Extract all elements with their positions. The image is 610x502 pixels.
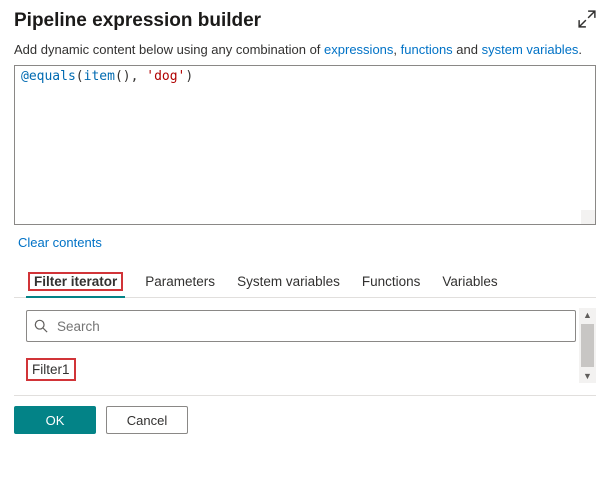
search-input[interactable] xyxy=(26,310,576,342)
tab-system-variables[interactable]: System variables xyxy=(235,266,342,297)
search-wrapper xyxy=(26,310,576,342)
highlight-filter-iterator: Filter iterator xyxy=(28,272,123,291)
scroll-up-icon[interactable]: ▲ xyxy=(583,308,592,322)
token-fn: item xyxy=(84,69,115,84)
subtitle-sep2: and xyxy=(453,42,482,57)
footer: OK Cancel xyxy=(14,395,596,434)
subtitle-sep1: , xyxy=(393,42,400,57)
clear-contents-link[interactable]: Clear contents xyxy=(18,235,102,250)
token-at: @equals xyxy=(21,69,76,84)
content-panel: Filter1 ▲ ▼ xyxy=(14,308,596,383)
subtitle: Add dynamic content below using any comb… xyxy=(14,42,596,57)
scroll-down-icon[interactable]: ▼ xyxy=(583,369,592,383)
tab-parameters[interactable]: Parameters xyxy=(143,266,217,297)
list: Filter1 xyxy=(26,358,576,381)
tab-functions[interactable]: Functions xyxy=(360,266,423,297)
cancel-button[interactable]: Cancel xyxy=(106,406,188,434)
subtitle-prefix: Add dynamic content below using any comb… xyxy=(14,42,324,57)
editor-scroll-corner xyxy=(581,210,595,224)
expression-content: @equals(item(), 'dog') xyxy=(15,66,595,87)
search-icon xyxy=(34,319,48,333)
tab-variables[interactable]: Variables xyxy=(440,266,499,297)
link-system-variables[interactable]: system variables xyxy=(482,42,579,57)
list-item-filter1[interactable]: Filter1 xyxy=(26,358,76,381)
token-str: 'dog' xyxy=(146,69,185,84)
page-title: Pipeline expression builder xyxy=(14,10,261,32)
token-p1: ( xyxy=(76,69,84,84)
tabs: Filter iterator Parameters System variab… xyxy=(14,266,596,298)
expression-editor[interactable]: @equals(item(), 'dog') xyxy=(14,65,596,225)
token-p2: (), xyxy=(115,69,146,84)
scrollbar[interactable]: ▲ ▼ xyxy=(579,308,596,383)
subtitle-suffix: . xyxy=(578,42,582,57)
ok-button[interactable]: OK xyxy=(14,406,96,434)
scroll-thumb[interactable] xyxy=(581,324,594,367)
expand-icon[interactable] xyxy=(578,10,596,28)
token-p3: ) xyxy=(185,69,193,84)
tab-filter-iterator[interactable]: Filter iterator xyxy=(26,266,125,297)
link-functions[interactable]: functions xyxy=(401,42,453,57)
link-expressions[interactable]: expressions xyxy=(324,42,393,57)
